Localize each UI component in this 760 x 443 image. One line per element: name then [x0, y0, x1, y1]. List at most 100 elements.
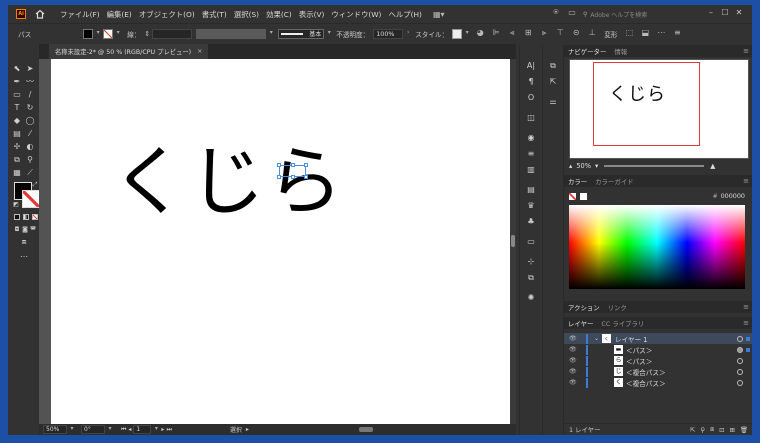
scroll-thumb[interactable]	[511, 235, 515, 247]
chevron-down-icon[interactable]: ▾	[324, 29, 334, 39]
layer-item-row[interactable]: 👁 ▬ ＜パス＞	[564, 344, 752, 355]
home-icon[interactable]	[34, 8, 46, 20]
eraser-tool-icon[interactable]: ◆	[12, 116, 22, 126]
opacity-field[interactable]: 100%	[373, 28, 404, 39]
export-to-library-icon[interactable]: ⇱	[690, 426, 695, 434]
tab-cc-libraries[interactable]: CC ライブラリ	[597, 319, 648, 328]
layer-row[interactable]: 👁 ⌄ く レイヤー 1	[564, 333, 752, 344]
item-name[interactable]: ＜複合パス＞	[626, 367, 666, 377]
zoom-out-icon[interactable]: ▴	[569, 162, 572, 170]
tab-info[interactable]: 情報	[610, 47, 631, 56]
menu-file[interactable]: ファイル(F)	[60, 9, 100, 20]
delete-layer-icon[interactable]: 🗑	[740, 426, 748, 434]
artboard-tool-icon[interactable]: ⧉	[12, 155, 22, 165]
align-bottom-icon[interactable]: ⊥	[586, 28, 598, 40]
asset-export-panel-icon[interactable]: ✺	[525, 293, 537, 303]
pathfinder-panel-icon[interactable]: ⧉	[525, 273, 537, 283]
hex-value-field[interactable]: 000000	[721, 192, 745, 200]
layer-item-row[interactable]: 👁 ら ＜パス＞	[564, 355, 752, 366]
new-layer-icon[interactable]: ⊞	[730, 426, 735, 434]
align-middle-icon[interactable]: ⊝	[570, 28, 582, 40]
menu-help[interactable]: ヘルプ(H)	[388, 9, 422, 20]
artboard[interactable]: くじら	[51, 59, 511, 424]
chevron-down-icon[interactable]: ▾	[105, 425, 115, 435]
chevron-down-icon[interactable]: ▾	[93, 29, 103, 39]
default-colors-icon[interactable]: ◩	[11, 200, 21, 210]
type-tool-icon[interactable]: T	[12, 103, 22, 113]
arrange-icon[interactable]: ⬓	[639, 28, 651, 40]
more-options-icon[interactable]: ⋯	[655, 28, 667, 40]
isolate-icon[interactable]: ⬚	[623, 28, 635, 40]
direct-selection-tool-icon[interactable]: ➤	[25, 64, 35, 74]
previous-artboard-icon[interactable]: ◂	[128, 426, 131, 433]
transform-label[interactable]: 変形	[604, 29, 617, 39]
workspace-switcher-icon[interactable]: ▦▾	[433, 10, 445, 19]
symbols-panel-icon[interactable]: ♣	[525, 217, 537, 227]
item-name[interactable]: ＜パス＞	[626, 356, 652, 366]
expand-chevron-icon[interactable]: ⌄	[594, 335, 599, 342]
first-artboard-icon[interactable]: ⏮	[121, 426, 126, 434]
vertical-scrollbar[interactable]	[510, 59, 516, 424]
navigator-zoom-value[interactable]: 50%	[576, 162, 591, 170]
recolor-icon[interactable]: ◕	[474, 28, 486, 40]
color-mode-solid[interactable]	[14, 214, 20, 220]
panel-menu-icon[interactable]: ≡	[743, 319, 749, 327]
brush-tool-icon[interactable]: /	[25, 90, 35, 100]
chevron-down-icon[interactable]: ▾	[462, 29, 472, 39]
opentype-panel-icon[interactable]: O	[525, 93, 537, 103]
menu-object[interactable]: オブジェクト(O)	[139, 9, 195, 20]
selected-path[interactable]	[277, 163, 308, 179]
chevron-right-icon[interactable]: ›	[403, 29, 413, 39]
chevron-down-icon[interactable]: ▾	[151, 425, 161, 435]
next-artboard-icon[interactable]: ▸	[161, 426, 164, 433]
horizontal-scroll-thumb[interactable]	[358, 427, 373, 432]
minimize-button[interactable]: –	[704, 8, 718, 17]
rotate-tool-icon[interactable]: ↻	[25, 103, 35, 113]
visibility-eye-icon[interactable]: 👁	[569, 379, 577, 386]
variable-width-profile[interactable]	[196, 28, 267, 39]
share-icon[interactable]: ⍟	[550, 8, 562, 20]
lasso-tool-icon[interactable]: ◯	[25, 116, 35, 126]
brush-definition[interactable]: 基本	[278, 28, 325, 39]
tab-actions[interactable]: アクション	[564, 303, 604, 312]
last-artboard-icon[interactable]: ⏭	[166, 426, 171, 434]
stroke-swatch[interactable]	[103, 28, 114, 39]
graphic-style-swatch[interactable]	[452, 28, 463, 39]
menu-window[interactable]: ウィンドウ(W)	[331, 9, 381, 20]
character-panel-icon[interactable]: A|	[525, 61, 537, 71]
panel-menu-icon[interactable]: ≡	[743, 177, 749, 185]
locate-object-icon[interactable]: ⚲	[700, 426, 705, 434]
maximize-button[interactable]: ☐	[718, 8, 732, 17]
visibility-eye-icon[interactable]: 👁	[569, 346, 577, 353]
make-clipping-mask-icon[interactable]: ⧈	[710, 425, 714, 434]
target-circle-icon[interactable]	[737, 346, 743, 353]
pen-tool-icon[interactable]: ✒	[12, 77, 22, 87]
tab-navigator[interactable]: ナビゲーター	[564, 47, 610, 56]
edit-toolbar-icon[interactable]: ⋯	[17, 252, 31, 262]
draw-inside-icon[interactable]: ◚	[28, 225, 38, 235]
eyedropper-tool-icon[interactable]: ⁄	[25, 129, 35, 139]
white-color-swatch[interactable]	[580, 192, 587, 200]
artboard-number-field[interactable]: 1	[133, 425, 152, 434]
puppet-warp-tool-icon[interactable]: ✢	[12, 142, 22, 152]
zoom-tool-icon[interactable]: ⚲	[25, 155, 35, 165]
align-icon[interactable]: ⊫	[490, 28, 502, 40]
tab-layers[interactable]: レイヤー	[564, 319, 597, 328]
align-panel-icon[interactable]: ▭	[525, 237, 537, 247]
stroke-panel-icon[interactable]: ≡	[525, 149, 537, 159]
properties-panel-icon[interactable]: ⚌	[547, 97, 559, 107]
visibility-eye-icon[interactable]: 👁	[569, 368, 577, 375]
none-color-swatch[interactable]	[569, 192, 576, 200]
curvature-tool-icon[interactable]: 〰	[25, 77, 35, 87]
target-circle-icon[interactable]	[737, 379, 743, 386]
appearance-panel-icon[interactable]: ◉	[525, 133, 537, 143]
menu-effect[interactable]: 効果(C)	[266, 9, 292, 20]
menu-select[interactable]: 選択(S)	[234, 9, 259, 20]
visibility-eye-icon[interactable]: 👁	[569, 335, 577, 342]
gradient-panel-icon[interactable]: ▥	[525, 165, 537, 175]
item-name[interactable]: ＜複合パス＞	[626, 378, 666, 388]
chevron-down-icon[interactable]: ▾	[113, 29, 123, 39]
target-circle-icon[interactable]	[737, 368, 743, 375]
align-center-icon[interactable]: ⊞	[522, 28, 534, 40]
gradient-tool-icon[interactable]: ▤	[12, 129, 22, 139]
